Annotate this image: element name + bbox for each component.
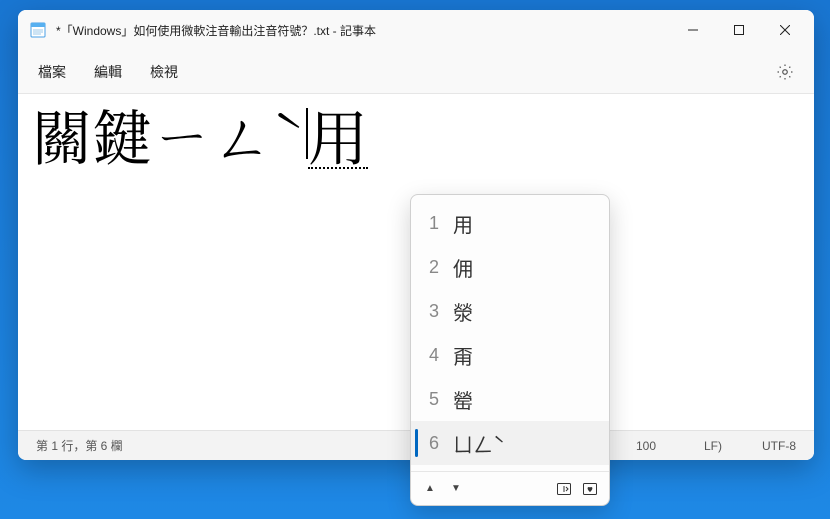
status-encoding: UTF-8	[762, 439, 796, 453]
editor-committed-text: 關鍵ㄧㄥˋ	[32, 94, 308, 178]
ime-candidate[interactable]: 5罃	[411, 377, 609, 421]
expand-icon	[556, 481, 572, 497]
ime-candidate-char: 甭	[453, 341, 473, 370]
menu-file[interactable]: 檔案	[38, 62, 66, 82]
ime-candidate-char: 罃	[453, 385, 473, 414]
ime-candidate[interactable]: 2佣	[411, 245, 609, 289]
ime-candidate-list: 1用2佣3滎4甭5罃6ㄩㄥˋ	[411, 195, 609, 471]
settings-button[interactable]	[776, 63, 794, 81]
ime-candidate-window: 1用2佣3滎4甭5罃6ㄩㄥˋ ▲ ▼	[410, 194, 610, 506]
ime-expand-button[interactable]	[555, 480, 573, 498]
status-position: 第 1 行，第 6 欄	[36, 437, 123, 454]
ime-candidate-number: 6	[425, 433, 439, 454]
menu-edit[interactable]: 編輯	[94, 62, 122, 82]
ime-settings-button[interactable]	[581, 480, 599, 498]
ime-candidate-number: 5	[425, 389, 439, 410]
ime-candidate-char: ㄩㄥˋ	[453, 429, 505, 458]
ime-candidate-char: 用	[453, 209, 473, 238]
ime-heart-icon	[582, 481, 598, 497]
notepad-icon	[30, 22, 46, 38]
ime-candidate[interactable]: 3滎	[411, 289, 609, 333]
ime-candidate-number: 3	[425, 301, 439, 322]
menubar: 檔案 編輯 檢視	[18, 50, 814, 94]
ime-candidate[interactable]: 1用	[411, 201, 609, 245]
ime-candidate-number: 1	[425, 213, 439, 234]
ime-footer: ▲ ▼	[411, 471, 609, 505]
maximize-icon	[734, 25, 744, 35]
status-line-ending: LF)	[704, 439, 722, 453]
close-button[interactable]	[762, 10, 808, 50]
ime-next-page-button[interactable]: ▼	[447, 480, 465, 498]
ime-prev-page-button[interactable]: ▲	[421, 480, 439, 498]
ime-candidate-number: 4	[425, 345, 439, 366]
maximize-button[interactable]	[716, 10, 762, 50]
status-zoom[interactable]: 100	[636, 439, 656, 453]
minimize-icon	[688, 25, 698, 35]
ime-candidate-char: 佣	[453, 253, 473, 282]
minimize-button[interactable]	[670, 10, 716, 50]
ime-candidate[interactable]: 4甭	[411, 333, 609, 377]
close-icon	[780, 25, 790, 35]
ime-candidate-char: 滎	[453, 297, 473, 326]
window-title: *「Windows」如何使用微軟注音輸出注音符號？.txt - 記事本	[56, 22, 376, 39]
menu-view[interactable]: 檢視	[150, 62, 178, 82]
ime-candidate[interactable]: 6 ㄩㄥˋ	[411, 421, 609, 465]
ime-candidate-number: 2	[425, 257, 439, 278]
desktop: *「Windows」如何使用微軟注音輸出注音符號？.txt - 記事本 檔案 編…	[0, 0, 830, 519]
editor-composition-text: 用	[308, 104, 368, 169]
titlebar[interactable]: *「Windows」如何使用微軟注音輸出注音符號？.txt - 記事本	[18, 10, 814, 50]
